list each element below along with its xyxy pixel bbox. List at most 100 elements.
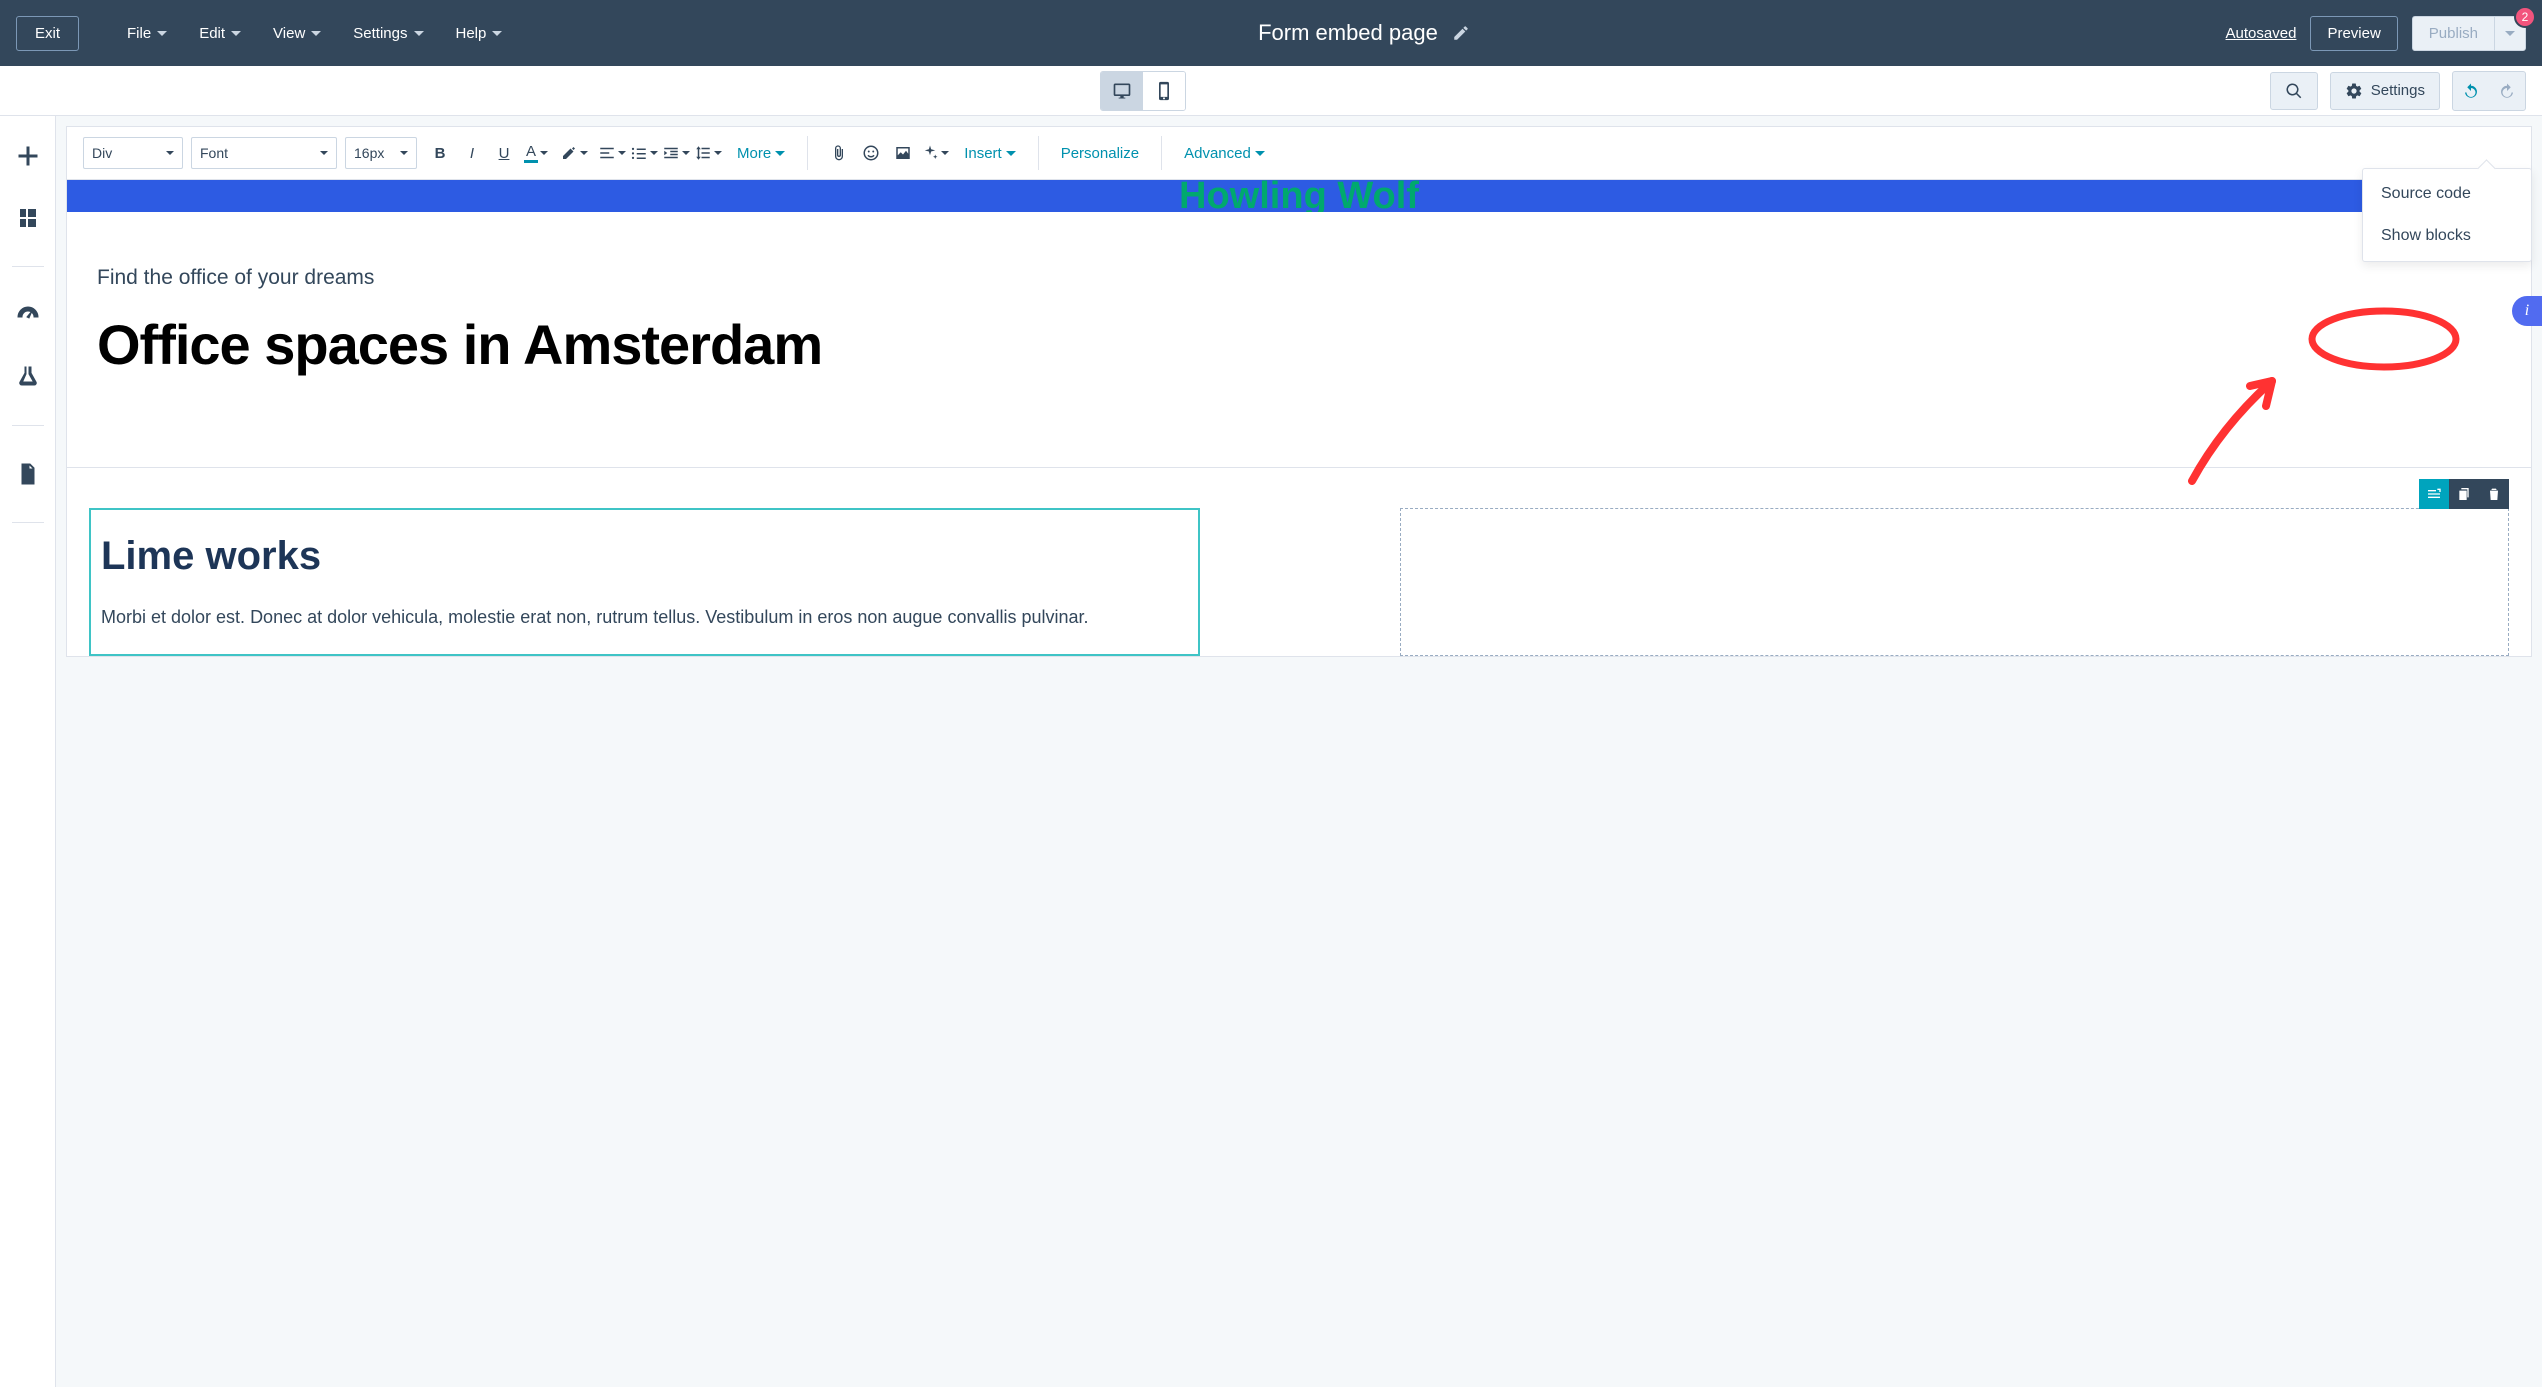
chevron-down-icon — [400, 151, 408, 155]
align-button[interactable] — [597, 137, 627, 169]
italic-icon: I — [470, 145, 474, 162]
more-dropdown[interactable]: More — [731, 145, 791, 162]
device-mobile-button[interactable] — [1143, 72, 1185, 110]
copy-icon — [2456, 486, 2472, 502]
settings-button[interactable]: Settings — [2330, 72, 2440, 110]
emoji-button[interactable] — [856, 137, 886, 169]
desktop-icon — [1112, 81, 1132, 101]
column-left[interactable]: Lime works Morbi et dolor est. Donec at … — [89, 508, 1200, 656]
format-divider — [1038, 136, 1039, 170]
advanced-label: Advanced — [1184, 145, 1251, 162]
module-clone-button[interactable] — [2449, 479, 2479, 509]
trash-icon — [2486, 486, 2502, 502]
sub-bar-right: Settings — [2270, 71, 2526, 111]
italic-button[interactable]: I — [457, 137, 487, 169]
menu-settings[interactable]: Settings — [353, 25, 423, 42]
sidebar-file[interactable] — [14, 460, 42, 488]
device-desktop-button[interactable] — [1101, 72, 1143, 110]
font-select[interactable]: Font — [191, 137, 337, 169]
menu-edit-label: Edit — [199, 25, 225, 42]
menu-file[interactable]: File — [127, 25, 167, 42]
image-button[interactable] — [888, 137, 918, 169]
font-size-value: 16px — [354, 145, 384, 161]
top-bar: Exit File Edit View Settings Help Form e… — [0, 0, 2542, 66]
search-button[interactable] — [2270, 72, 2318, 110]
hero-banner: Howling Wolf — [67, 180, 2531, 212]
chevron-down-icon — [1255, 151, 1265, 156]
column-right[interactable] — [1400, 508, 2509, 656]
menu-source-code[interactable]: Source code — [2363, 173, 2531, 215]
chevron-down-icon — [320, 151, 328, 155]
module-delete-button[interactable] — [2479, 479, 2509, 509]
indent-icon — [662, 144, 680, 162]
hero-section[interactable]: Find the office of your dreams Office sp… — [67, 212, 2531, 468]
chevron-down-icon — [414, 31, 424, 36]
sidebar-add[interactable] — [14, 142, 42, 170]
chevron-down-icon — [714, 151, 722, 155]
bold-button[interactable]: B — [425, 137, 455, 169]
chevron-down-icon — [231, 31, 241, 36]
canvas: Howling Wolf Find the office of your dre… — [66, 180, 2532, 657]
redo-button[interactable] — [2489, 72, 2525, 110]
more-label: More — [737, 145, 771, 162]
bold-icon: B — [435, 145, 446, 162]
publish-group: Publish 2 — [2412, 16, 2526, 51]
menu-edit[interactable]: Edit — [199, 25, 241, 42]
indent-button[interactable] — [661, 137, 691, 169]
line-height-icon — [694, 144, 712, 162]
text-style-group: B I U A — [425, 137, 551, 169]
text-color-button[interactable]: A — [521, 137, 551, 169]
element-select[interactable]: Div — [83, 137, 183, 169]
insert-label: Insert — [964, 145, 1002, 162]
insert-dropdown[interactable]: Insert — [958, 145, 1022, 162]
font-size-select[interactable]: 16px — [345, 137, 417, 169]
attachment-button[interactable] — [824, 137, 854, 169]
pencil-icon[interactable] — [1452, 24, 1470, 42]
sidebar-optimize[interactable] — [14, 301, 42, 329]
line-height-button[interactable] — [693, 137, 723, 169]
menu-show-blocks[interactable]: Show blocks — [2363, 215, 2531, 257]
personalize-label: Personalize — [1061, 145, 1139, 162]
publish-button[interactable]: Publish — [2412, 16, 2494, 51]
gear-icon — [2345, 82, 2363, 100]
chevron-down-icon — [682, 151, 690, 155]
format-toolbar: Div Font 16px B I U A More — [66, 126, 2532, 180]
menu-help[interactable]: Help — [456, 25, 503, 42]
sidebar-test[interactable] — [14, 363, 42, 391]
redo-icon — [2498, 82, 2516, 100]
bullet-list-icon — [630, 144, 648, 162]
bullet-list-button[interactable] — [629, 137, 659, 169]
align-icon — [598, 144, 616, 162]
advanced-menu: Source code Show blocks — [2362, 168, 2532, 262]
underline-button[interactable]: U — [489, 137, 519, 169]
menu-view[interactable]: View — [273, 25, 321, 42]
highlight-button[interactable] — [559, 137, 589, 169]
undo-button[interactable] — [2453, 72, 2489, 110]
preview-button[interactable]: Preview — [2310, 16, 2397, 51]
settings-label: Settings — [2371, 82, 2425, 99]
tree-icon — [16, 206, 40, 230]
personalize-button[interactable]: Personalize — [1055, 145, 1145, 162]
menu-settings-label: Settings — [353, 25, 407, 42]
menu-view-label: View — [273, 25, 305, 42]
info-badge[interactable]: i — [2512, 296, 2542, 326]
text-color-icon: A — [524, 143, 538, 163]
sidebar-divider — [12, 522, 44, 523]
autosaved-link[interactable]: Autosaved — [2226, 25, 2297, 42]
chevron-down-icon — [650, 151, 658, 155]
ai-button[interactable] — [920, 137, 950, 169]
page-title-area: Form embed page — [530, 20, 2197, 46]
tagline: Find the office of your dreams — [97, 266, 2501, 290]
publish-badge: 2 — [2514, 6, 2536, 28]
module-edit-button[interactable] — [2419, 479, 2449, 509]
undo-icon — [2462, 82, 2480, 100]
columns: Lime works Morbi et dolor est. Donec at … — [67, 468, 2531, 656]
top-right: Autosaved Preview Publish 2 — [2226, 16, 2526, 51]
advanced-dropdown[interactable]: Advanced — [1178, 145, 1271, 162]
gauge-icon — [16, 303, 40, 327]
file-icon — [16, 462, 40, 486]
highlight-group — [559, 137, 589, 169]
sidebar-contents[interactable] — [14, 204, 42, 232]
exit-button[interactable]: Exit — [16, 16, 79, 51]
mobile-icon — [1154, 81, 1174, 101]
